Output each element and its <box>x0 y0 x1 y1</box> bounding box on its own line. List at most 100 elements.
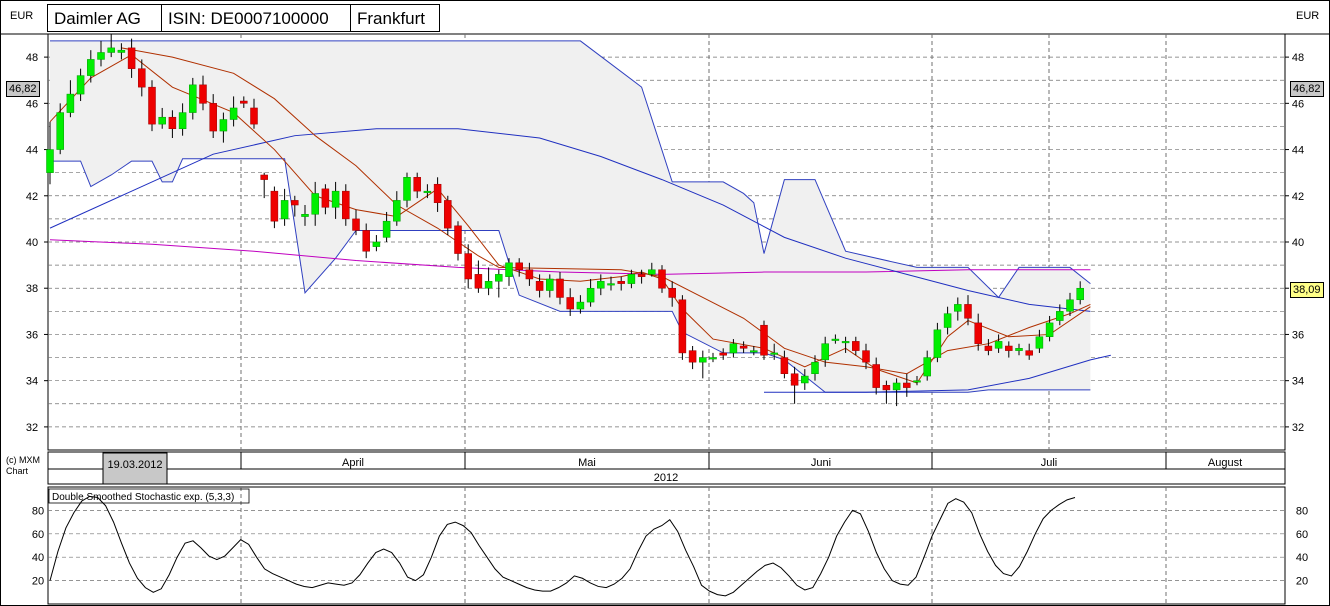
candle-body <box>1015 348 1023 351</box>
candle-body <box>168 116 177 130</box>
candle-body <box>984 345 993 351</box>
candle-body <box>627 274 636 284</box>
candle-body <box>454 225 462 254</box>
candle-body <box>546 278 554 291</box>
candle-body <box>770 352 778 355</box>
stoch-tick-label-left: 60 <box>32 529 44 541</box>
candle-body <box>87 59 95 76</box>
candle-body <box>678 299 687 354</box>
candle-body <box>250 107 258 125</box>
candle-body <box>46 149 54 173</box>
candle-body <box>321 188 330 208</box>
candle-body <box>1076 287 1084 301</box>
stoch-tick-label-left: 80 <box>32 505 44 517</box>
candle-body <box>933 329 942 358</box>
candle-body <box>964 304 972 319</box>
candle-body <box>1066 299 1074 312</box>
y-tick-label-right: 36 <box>1292 329 1304 341</box>
candle-body <box>484 281 493 289</box>
high-price-tag-right: 46,82 <box>1290 81 1324 97</box>
candle-body <box>342 190 350 220</box>
y-tick-label-right: 34 <box>1292 376 1304 388</box>
candle-body <box>790 373 799 386</box>
stochastic-panel-frame <box>47 486 1286 605</box>
candle-body <box>280 200 289 220</box>
y-tick-label-right: 40 <box>1292 237 1304 249</box>
candle-body <box>862 350 870 363</box>
candle-body <box>311 193 319 215</box>
y-tick-label-left: 36 <box>26 329 38 341</box>
candle-body <box>648 269 656 275</box>
candle-body <box>699 357 707 363</box>
candle-body <box>301 214 309 217</box>
candle-body <box>138 68 146 88</box>
candle-body <box>127 47 136 69</box>
y-tick-label-left: 46 <box>26 98 38 110</box>
candle-body <box>219 119 228 132</box>
candle-body <box>474 274 483 289</box>
month-label: Mai <box>578 457 596 469</box>
y-tick-label-left: 38 <box>26 283 38 295</box>
year-label: 2012 <box>654 472 678 484</box>
candle-body <box>739 345 748 349</box>
y-tick-label-right: 48 <box>1292 52 1304 64</box>
y-tick-label-left: 32 <box>26 422 38 434</box>
month-label: August <box>1208 457 1242 469</box>
candle-body <box>199 84 207 104</box>
month-label: Juni <box>811 457 831 469</box>
candle-body <box>892 382 901 391</box>
candle-body <box>464 253 472 280</box>
candle-body <box>637 274 646 277</box>
candle-body <box>943 313 952 328</box>
candle-body <box>495 274 503 282</box>
stoch-tick-label-left: 20 <box>32 576 44 588</box>
candle-body <box>270 190 279 222</box>
y-tick-label-left: 42 <box>26 191 38 203</box>
candle-body <box>729 343 738 354</box>
y-tick-label-left: 34 <box>26 376 38 388</box>
candle-body <box>117 49 126 53</box>
stoch-tick-label-left: 40 <box>32 552 44 564</box>
candle-body <box>974 322 982 344</box>
highlight-date-label: 19.03.2012 <box>107 459 162 471</box>
candle-body <box>1045 322 1054 338</box>
candle-body <box>719 352 727 356</box>
candle-body <box>148 86 156 125</box>
candle-body <box>444 200 452 229</box>
y-tick-label-right: 32 <box>1292 422 1304 434</box>
high-price-tag-left: 46,82 <box>6 81 40 97</box>
candle-body <box>393 200 401 222</box>
candle-body <box>362 230 370 252</box>
y-tick-label-left: 40 <box>26 237 38 249</box>
candle-body <box>576 301 585 310</box>
candle-body <box>607 283 615 286</box>
stoch-tick-label-right: 80 <box>1296 505 1308 517</box>
y-tick-label-left: 48 <box>26 52 38 64</box>
candle-body <box>260 174 268 180</box>
candle-body <box>107 47 115 53</box>
candle-body <box>709 357 717 360</box>
candle-body <box>801 375 809 384</box>
chart-window: EUR EUR Daimler AG ISIN: DE0007100000 Fr… <box>0 0 1330 606</box>
candle-body <box>923 357 931 377</box>
candle-body <box>658 269 666 289</box>
candle-body <box>750 350 758 353</box>
candle-body <box>556 278 564 298</box>
last-price-tag: 38,09 <box>1290 282 1324 298</box>
candle-body <box>515 262 523 270</box>
candle-body <box>189 84 197 113</box>
copyright-line-2: Chart <box>6 466 29 476</box>
copyright-label: (c) MXM Chart <box>6 455 40 477</box>
candle-body <box>668 287 676 298</box>
price-chart-svg: 3232343436363838404042424444464648482020… <box>0 0 1330 606</box>
candle-body <box>403 177 411 201</box>
candle-body <box>229 107 238 120</box>
candle-body <box>372 241 381 247</box>
stochastic-title: Double Smoothed Stochastic exp. (5,3,3) <box>52 492 234 503</box>
candle-body <box>382 220 391 238</box>
candle-body <box>688 350 697 363</box>
candle-body <box>240 100 248 104</box>
stoch-tick-label-right: 60 <box>1296 529 1308 541</box>
month-label: April <box>342 457 364 469</box>
copyright-line-1: (c) MXM <box>6 455 40 465</box>
